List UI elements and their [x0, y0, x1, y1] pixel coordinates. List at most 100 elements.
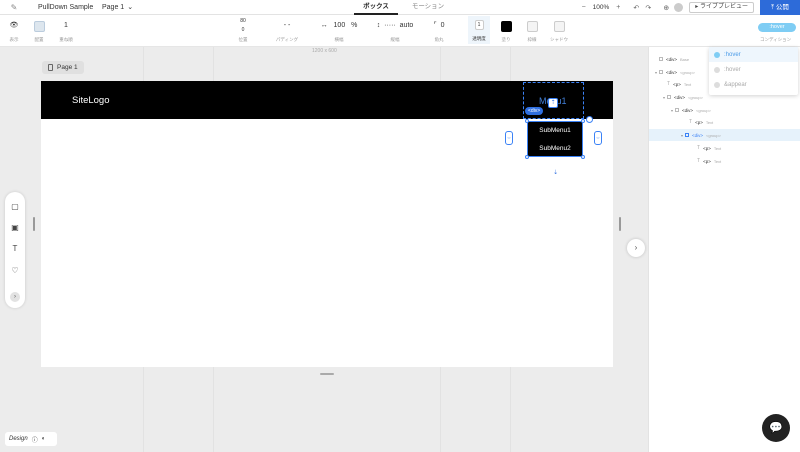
height-tool[interactable]: ↕ ····· auto 縦幅 [372, 17, 418, 43]
order-tool[interactable]: 1 重ね順 [58, 17, 74, 43]
width-tool[interactable]: ↔ 100 % 横幅 [314, 17, 364, 43]
tab-box[interactable]: ボックス [354, 0, 398, 15]
page-selector-label: Page 1 [102, 3, 125, 11]
opacity-tool[interactable]: 1 透明度 [468, 16, 490, 44]
condition-option[interactable]: &appear [709, 77, 798, 92]
submenu-item[interactable]: SubMenu2 [528, 140, 582, 158]
left-spacing-handle-icon[interactable]: ⇔ [505, 131, 513, 145]
height-value: auto [399, 22, 414, 29]
layer-sub: Text [713, 158, 722, 164]
submenu-box[interactable]: SubMenu1 SubMenu2 [527, 121, 583, 157]
opacity-value: 1 [474, 20, 484, 30]
layer-row[interactable]: ▾ <div> <group> [649, 104, 800, 116]
layer-checkbox[interactable] [659, 70, 663, 74]
layer-tag: <div> [666, 56, 678, 62]
submenu-item[interactable]: SubMenu1 [528, 122, 582, 140]
opacity-label: 透明度 [472, 36, 486, 41]
eye-icon: 👁 [9, 22, 19, 29]
visibility-tool[interactable]: 👁 表示 [7, 17, 21, 43]
condition-option[interactable]: :hover [709, 47, 798, 62]
add-member-icon[interactable]: ⊕ [660, 4, 672, 12]
move-handle-icon[interactable]: ⇡ [548, 98, 558, 108]
layer-tag: <div> [692, 132, 704, 138]
pen-logo-icon[interactable]: ✎ [0, 3, 28, 12]
resize-handle[interactable] [525, 119, 529, 123]
avatar[interactable] [674, 3, 684, 12]
site-logo[interactable]: SiteLogo [72, 95, 110, 106]
zoom-level[interactable]: 100% [593, 4, 610, 11]
publish-label: 公開 [775, 4, 789, 11]
undo-icon[interactable]: ↶ [630, 4, 642, 12]
visibility-label: 表示 [9, 37, 19, 42]
contrast-icon[interactable]: ◐ [42, 436, 46, 442]
layer-row-selected[interactable]: ▾ <div> <group> [649, 129, 800, 141]
layer-checkbox[interactable] [659, 57, 663, 61]
layer-checkbox[interactable] [675, 108, 679, 112]
condition-option[interactable]: :hover [709, 62, 798, 77]
zoom-in-icon[interactable]: + [612, 4, 624, 11]
padding-label: パディング [275, 37, 299, 42]
element-type-badge: <div> [525, 107, 544, 115]
design-mode-chip[interactable]: Design ⓘ ◐ [5, 432, 57, 446]
heart-icon[interactable]: ♡ [9, 265, 21, 277]
live-preview-button[interactable]: ▸ ライブプレビュー [689, 2, 754, 13]
zoom-out-icon[interactable]: − [578, 4, 590, 11]
text-tool-icon[interactable]: T [9, 243, 21, 255]
fill-tool[interactable]: 塗り [499, 17, 513, 43]
radius-tool[interactable]: ⌜ 0 角丸 [428, 17, 450, 43]
collapse-panel-icon[interactable]: › [627, 239, 645, 257]
layer-row[interactable]: T <p> Text [649, 142, 800, 154]
width-label: 横幅 [334, 37, 344, 42]
layer-sub: Base [680, 56, 690, 62]
resize-handle[interactable] [581, 155, 585, 159]
fill-swatch [500, 21, 512, 32]
expand-palette-icon[interactable]: › [10, 292, 20, 302]
right-spacing-handle-icon[interactable]: ⇔ [594, 131, 602, 145]
dot-icon [714, 66, 720, 73]
shadow-swatch [553, 21, 565, 32]
width-value: 100 [333, 22, 346, 29]
artboard-resize-handle[interactable] [320, 373, 334, 375]
condition-option-label: :hover [724, 51, 741, 58]
insert-palette: ▢ ▣ T ♡ › [5, 192, 25, 308]
help-icon[interactable]: ⓘ [32, 435, 38, 444]
layer-row[interactable]: T <p> Text [649, 155, 800, 167]
border-tool[interactable]: 枠線 [525, 17, 539, 43]
resize-handle[interactable] [525, 155, 529, 159]
position-left-value: 0 [241, 27, 245, 33]
project-name[interactable]: PullDown Sample [38, 4, 98, 11]
rotate-handle[interactable] [586, 116, 593, 123]
redo-icon[interactable]: ↷ [642, 4, 654, 12]
layer-sub: Text [683, 81, 692, 87]
page-chip-label: Page 1 [57, 64, 78, 71]
canvas-size-label: 1200 x 600 [312, 48, 337, 54]
layer-tag: <div> [674, 94, 686, 100]
position-label: 位置 [238, 37, 248, 42]
padding-tool[interactable]: - - パディング [272, 17, 302, 43]
condition-option-label: &appear [724, 81, 747, 88]
fill-label: 塗り [501, 37, 511, 42]
chat-support-button[interactable]: 💬 [762, 414, 790, 442]
layer-tag: <p> [695, 119, 703, 125]
position-tool[interactable]: 80 0 位置 [228, 17, 258, 43]
bottom-spacing-handle-icon[interactable]: ⇣ [552, 170, 559, 177]
page-selector[interactable]: Page 1 ⌄ [102, 3, 133, 12]
resize-handle[interactable] [581, 119, 585, 123]
shadow-tool[interactable]: シャドウ [549, 17, 569, 43]
hover-condition-chip[interactable]: :hover [758, 23, 796, 32]
radius-label: 角丸 [434, 37, 444, 42]
layer-row[interactable]: T <p> Text [649, 116, 800, 128]
position-top-value: 80 [240, 18, 246, 24]
image-tool-icon[interactable]: ▣ [9, 222, 21, 234]
box-tool-icon[interactable]: ▢ [9, 201, 21, 213]
page-chip[interactable]: Page 1 [42, 61, 84, 74]
tab-motion[interactable]: モーション [406, 0, 450, 15]
check-icon [714, 51, 720, 58]
layer-checkbox[interactable] [685, 133, 689, 137]
left-resize-bar[interactable] [33, 217, 35, 231]
publish-button[interactable]: ⤒ 公開 [760, 0, 800, 15]
layout-tool[interactable]: 配置 [32, 17, 46, 43]
right-resize-bar[interactable] [619, 217, 621, 231]
layer-sub: Text [713, 145, 722, 151]
layer-checkbox[interactable] [667, 95, 671, 99]
